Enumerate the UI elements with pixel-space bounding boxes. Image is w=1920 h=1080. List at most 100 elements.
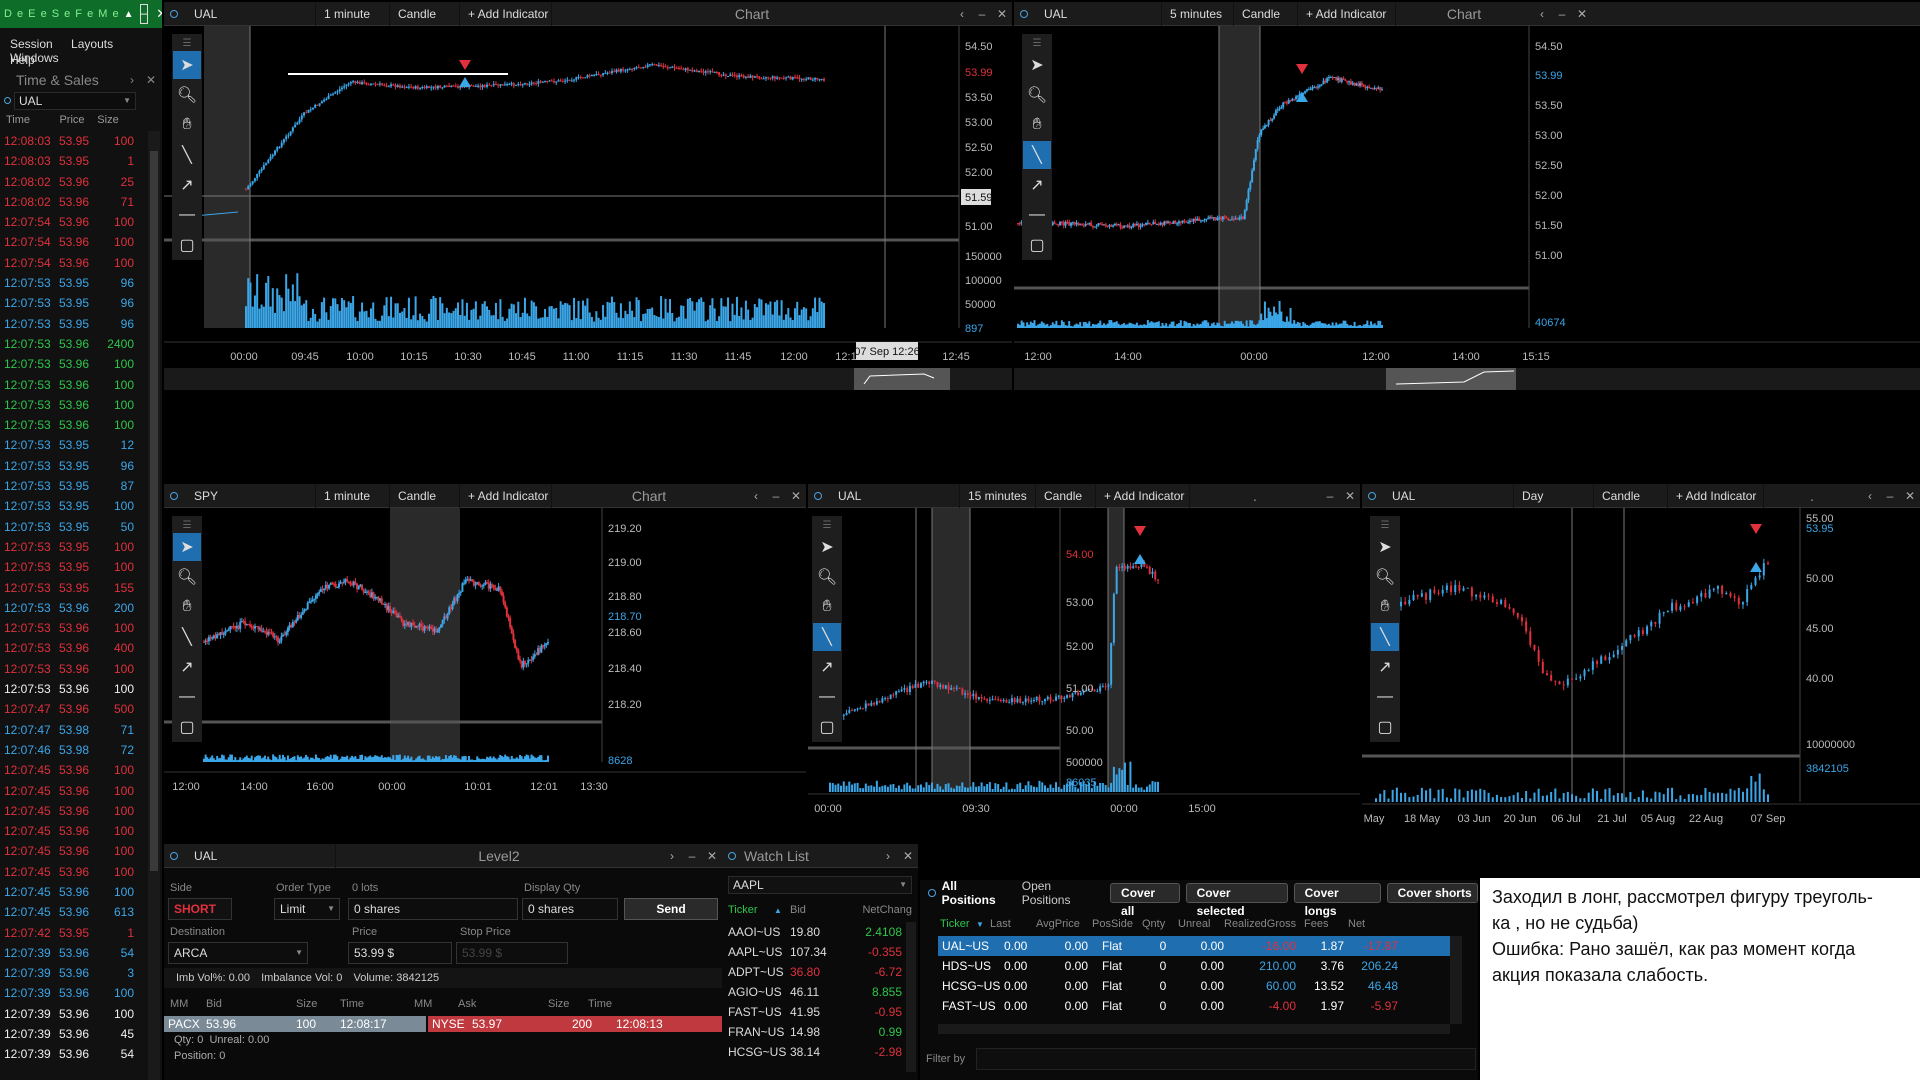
- tab-open-positions[interactable]: Open Positions: [1022, 880, 1098, 907]
- price-input[interactable]: 53.99 $: [348, 942, 452, 964]
- minimize-icon[interactable]: –: [1552, 7, 1572, 21]
- tab-all-positions[interactable]: All Positions: [942, 880, 1010, 907]
- minimize-icon[interactable]: –: [1880, 489, 1900, 503]
- close-icon[interactable]: ✕: [992, 7, 1012, 21]
- wl-scrollbar[interactable]: [906, 922, 916, 1072]
- link-dot-icon[interactable]: [1368, 491, 1376, 500]
- ticker-select[interactable]: UAL ▼: [14, 92, 136, 110]
- l2-bid-row[interactable]: PACX 53.96 100 12:08:17: [164, 1016, 426, 1032]
- ticker-select[interactable]: UAL: [186, 2, 316, 26]
- wl-row[interactable]: ADPT~US 36.80 -6.72: [722, 962, 906, 982]
- menu-icon[interactable]: ☰: [1023, 37, 1051, 49]
- order-type-select[interactable]: Limit ▼: [274, 898, 340, 920]
- chevron-right-icon[interactable]: ›: [662, 849, 682, 863]
- l2-ask-row[interactable]: NYSE 53.97 200 12:08:13: [428, 1016, 722, 1032]
- wl-row[interactable]: AGIO~US 46.11 8.855: [722, 982, 906, 1002]
- arrow-up-icon[interactable]: ▲: [124, 9, 134, 20]
- line-icon[interactable]: ╲: [173, 623, 201, 651]
- line-icon[interactable]: ╲: [1023, 141, 1051, 169]
- wl-row[interactable]: HCSG~US 38.14 -2.98: [722, 1042, 906, 1062]
- minimize-icon[interactable]: –: [972, 7, 992, 21]
- cover-shorts-button[interactable]: Cover shorts: [1386, 883, 1478, 903]
- send-button[interactable]: Send: [624, 898, 718, 920]
- chevron-left-icon[interactable]: ‹: [746, 489, 766, 503]
- minimize-icon[interactable]: –: [682, 849, 702, 863]
- chart-canvas[interactable]: 219.20219.00218.80218.70218.60218.40218.…: [164, 508, 806, 842]
- chart-type-select[interactable]: Candle: [1594, 484, 1668, 508]
- link-dot-icon[interactable]: [1020, 9, 1028, 18]
- chart-type-select[interactable]: Candle: [390, 2, 460, 26]
- close-icon[interactable]: ✕: [1572, 7, 1592, 21]
- wl-row[interactable]: FAST~US 41.95 -0.95: [722, 1002, 906, 1022]
- link-dot-icon[interactable]: [170, 851, 178, 860]
- rect-icon[interactable]: ▢: [173, 713, 201, 741]
- rect-icon[interactable]: ▢: [813, 713, 841, 741]
- close-icon[interactable]: ✕: [1900, 489, 1920, 503]
- hand-icon[interactable]: ✋︎: [1023, 111, 1051, 139]
- ticker-select[interactable]: UAL: [1384, 484, 1514, 508]
- zoom-icon[interactable]: 🔍︎: [813, 563, 841, 591]
- link-dot-icon[interactable]: [928, 889, 936, 897]
- menu-layouts[interactable]: Layouts: [71, 37, 113, 51]
- rect-icon[interactable]: ▢: [1023, 231, 1051, 259]
- pos-row[interactable]: FAST~US 0.00 0.00 Flat 0 0.00 -4.00 1.97 -5.97: [938, 996, 1450, 1016]
- add-indicator-button[interactable]: + Add Indicator: [460, 484, 552, 508]
- line-icon[interactable]: ╲: [173, 141, 201, 169]
- arrow-icon[interactable]: ↗: [1023, 171, 1051, 199]
- chart-canvas[interactable]: 54.0053.0052.0051.0050.005000008603500:0…: [808, 508, 1360, 878]
- ticker-select[interactable]: UAL: [1036, 2, 1162, 26]
- menu-icon[interactable]: ☰: [813, 519, 841, 531]
- chevron-left-icon[interactable]: ‹: [952, 7, 972, 21]
- link-dot-icon[interactable]: [814, 491, 822, 500]
- zoom-icon[interactable]: 🔍︎: [1023, 81, 1051, 109]
- hline-icon[interactable]: —: [1371, 683, 1399, 711]
- chart-canvas[interactable]: 54.5053.9953.5053.0052.5052.0051.5051.00…: [1014, 26, 1920, 390]
- cursor-icon[interactable]: ➤: [1371, 533, 1399, 561]
- menu-session[interactable]: Session: [10, 37, 53, 51]
- rect-icon[interactable]: ▢: [1371, 713, 1399, 741]
- cursor-icon[interactable]: ➤: [813, 533, 841, 561]
- arrow-icon[interactable]: ↗: [173, 171, 201, 199]
- side-select[interactable]: SHORT: [168, 898, 232, 920]
- cover-longs-button[interactable]: Cover longs: [1293, 883, 1381, 918]
- ticker-select[interactable]: UAL: [186, 844, 336, 868]
- hline-icon[interactable]: —: [173, 201, 201, 229]
- hand-icon[interactable]: ✋︎: [173, 111, 201, 139]
- chart-type-select[interactable]: Candle: [1234, 2, 1298, 26]
- add-indicator-button[interactable]: + Add Indicator: [1668, 484, 1764, 508]
- hline-icon[interactable]: —: [813, 683, 841, 711]
- minimize-button[interactable]: –: [139, 4, 149, 24]
- chart-type-select[interactable]: Candle: [1036, 484, 1096, 508]
- hand-icon[interactable]: ✋︎: [813, 593, 841, 621]
- destination-select[interactable]: ARCA ▼: [168, 942, 308, 964]
- display-qty-input[interactable]: 0 shares: [522, 898, 618, 920]
- add-indicator-button[interactable]: + Add Indicator: [460, 2, 552, 26]
- wl-row[interactable]: AAPL~US 107.34 -0.355: [722, 942, 906, 962]
- ticker-select[interactable]: SPY: [186, 484, 316, 508]
- add-indicator-button[interactable]: + Add Indicator: [1096, 484, 1190, 508]
- shares-input[interactable]: 0 shares: [348, 898, 518, 920]
- line-icon[interactable]: ╲: [813, 623, 841, 651]
- chevron-right-icon[interactable]: ›: [878, 849, 898, 863]
- hline-icon[interactable]: —: [173, 683, 201, 711]
- rect-icon[interactable]: ▢: [173, 231, 201, 259]
- cover-all-button[interactable]: Cover all: [1110, 883, 1180, 918]
- filter-input[interactable]: [976, 1048, 1476, 1070]
- stop-price-input[interactable]: 53.99 $: [456, 942, 568, 964]
- minimize-icon[interactable]: –: [766, 489, 786, 503]
- col-ticker[interactable]: Ticker: [920, 918, 976, 932]
- interval-select[interactable]: 15 minutes: [960, 484, 1036, 508]
- line-icon[interactable]: ╲: [1371, 623, 1399, 651]
- zoom-icon[interactable]: 🔍︎: [173, 563, 201, 591]
- chevron-right-icon[interactable]: ›: [130, 73, 134, 87]
- close-app-button[interactable]: ✕: [156, 6, 162, 22]
- pos-row[interactable]: HCSG~US 0.00 0.00 Flat 0 0.00 60.00 13.52 46.48: [938, 976, 1450, 996]
- interval-select[interactable]: 5 minutes: [1162, 2, 1234, 26]
- interval-select[interactable]: Day: [1514, 484, 1594, 508]
- interval-select[interactable]: 1 minute: [316, 2, 390, 26]
- zoom-icon[interactable]: 🔍︎: [173, 81, 201, 109]
- watchlist-ticker-input[interactable]: AAPL ▼: [728, 876, 912, 894]
- chevron-left-icon[interactable]: ‹: [1860, 489, 1880, 503]
- ts-scrollbar[interactable]: [148, 131, 160, 1080]
- ticker-select[interactable]: UAL: [830, 484, 960, 508]
